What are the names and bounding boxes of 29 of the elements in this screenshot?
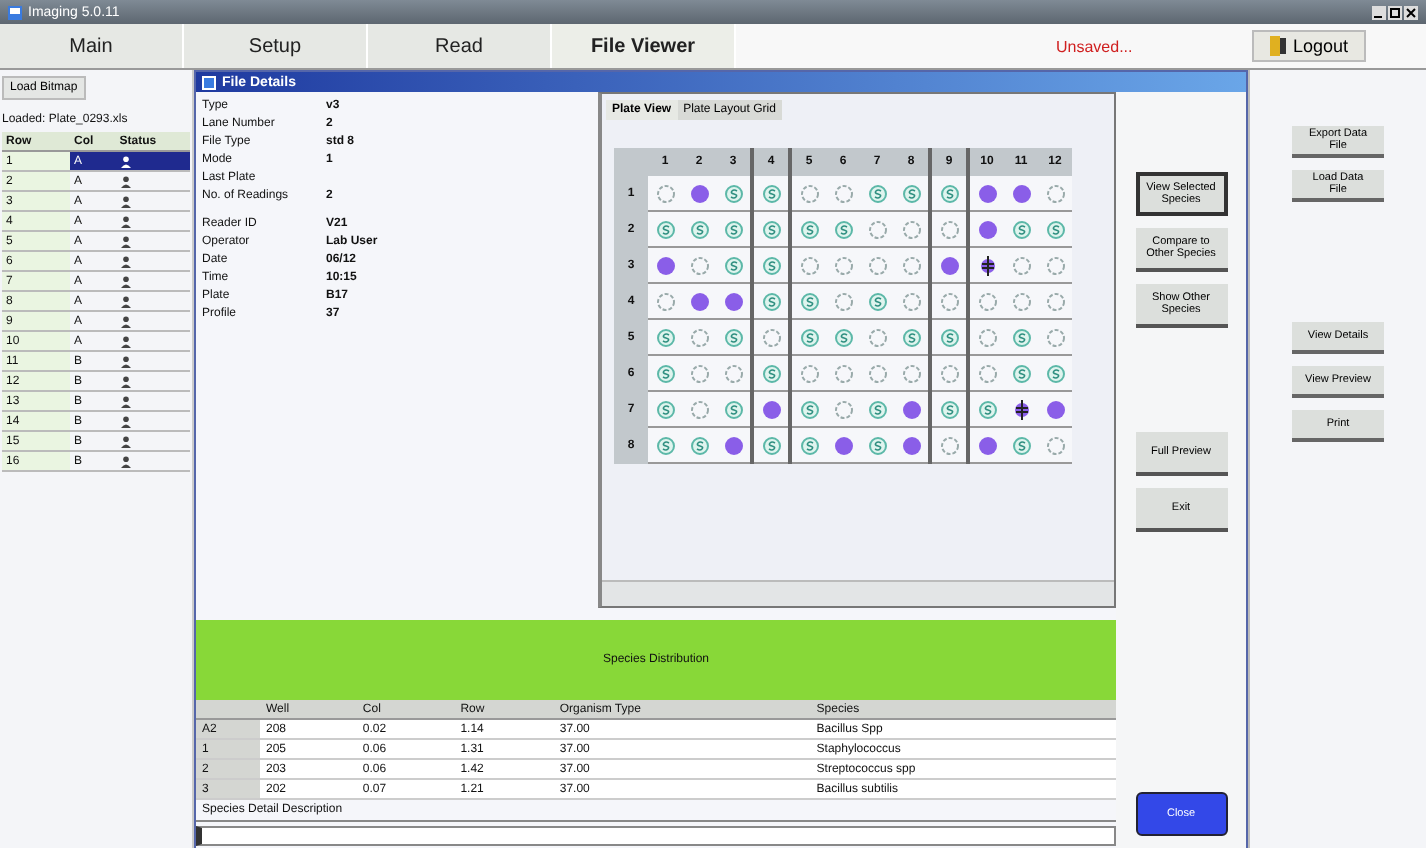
status-text: Unsaved... xyxy=(1056,37,1133,55)
person-icon xyxy=(119,215,132,227)
person-icon xyxy=(119,155,132,167)
app-icon xyxy=(8,5,22,19)
person-icon xyxy=(119,395,132,407)
description-field[interactable] xyxy=(196,826,1116,846)
person-icon xyxy=(119,375,132,387)
person-icon xyxy=(119,275,132,287)
menu-tab[interactable]: Main xyxy=(0,24,184,68)
person-icon xyxy=(119,355,132,367)
person-icon xyxy=(119,415,132,427)
menu-tab[interactable]: Read xyxy=(368,24,552,68)
person-icon xyxy=(119,315,132,327)
person-icon xyxy=(119,455,132,467)
door-icon xyxy=(1270,36,1287,56)
menu-tab[interactable]: Setup xyxy=(184,24,368,68)
person-icon xyxy=(119,335,132,347)
person-icon xyxy=(119,175,132,187)
close-icon[interactable] xyxy=(1404,5,1418,19)
person-icon xyxy=(119,195,132,207)
app-icon xyxy=(202,75,216,89)
maximize-icon[interactable] xyxy=(1388,5,1402,19)
minimize-icon[interactable] xyxy=(1372,5,1386,19)
menu-tab[interactable]: File Viewer xyxy=(552,24,736,68)
logout-button[interactable]: Logout xyxy=(1252,30,1366,62)
person-icon xyxy=(119,235,132,247)
person-icon xyxy=(119,435,132,447)
person-icon xyxy=(119,295,132,307)
person-icon xyxy=(119,255,132,267)
